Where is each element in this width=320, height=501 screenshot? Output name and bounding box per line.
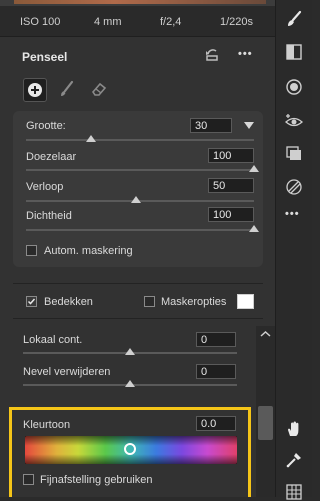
size-track[interactable] <box>26 139 254 141</box>
grid-icon[interactable] <box>285 483 303 501</box>
feather-field[interactable]: 100 <box>208 148 254 163</box>
local-contrast-label: Lokaal cont. <box>23 334 83 346</box>
exif-focal: 4 mm <box>94 16 122 28</box>
brush-tool[interactable] <box>56 78 78 100</box>
overlay-label: Bedekken <box>44 296 93 308</box>
auto-mask-checkbox[interactable] <box>26 245 37 256</box>
add-brush-tool[interactable] <box>23 78 47 102</box>
divider <box>13 318 263 319</box>
divider <box>13 283 263 284</box>
color-sampler-icon[interactable] <box>285 451 303 469</box>
hue-field[interactable]: 0.0 <box>196 416 236 431</box>
tool-rail: ••• <box>275 0 312 500</box>
density-label: Dichtheid <box>26 210 72 222</box>
flow-slider-thumb[interactable] <box>131 196 141 203</box>
presets-icon[interactable] <box>285 178 303 196</box>
scrollbar[interactable] <box>256 326 275 497</box>
hue-label: Kleurtoon <box>23 419 71 431</box>
local-contrast-thumb[interactable] <box>125 348 135 355</box>
density-track[interactable] <box>26 229 254 231</box>
feather-track[interactable] <box>26 169 254 171</box>
feather-slider-thumb[interactable] <box>249 165 259 172</box>
exif-bar: ISO 100 4 mm f/2,4 1/220s <box>0 6 275 37</box>
linear-gradient-icon[interactable] <box>285 43 303 61</box>
hand-icon[interactable] <box>285 420 303 438</box>
paintbrush-icon <box>61 80 74 96</box>
eraser-icon <box>91 82 107 96</box>
feather-label: Doezelaar <box>26 151 77 163</box>
brush-rail-icon[interactable] <box>285 10 303 28</box>
radial-gradient-icon[interactable] <box>285 78 303 96</box>
mask-options-label: Maskeropties <box>161 296 227 308</box>
mask-options-checkbox[interactable] <box>144 296 155 307</box>
auto-mask-label: Autom. maskering <box>44 245 133 257</box>
checkmark-icon <box>27 298 36 305</box>
fine-tune-label: Fijnafstelling gebruiken <box>40 474 153 486</box>
brush-panel: ISO 100 4 mm f/2,4 1/220s Penseel ••• Gr… <box>0 0 275 497</box>
image-preview <box>14 0 266 4</box>
flow-field[interactable]: 50 <box>208 178 254 193</box>
reset-icon[interactable] <box>204 48 220 62</box>
exif-iso: ISO 100 <box>20 16 61 28</box>
mask-color-swatch[interactable] <box>237 294 254 309</box>
exif-aperture: f/2,4 <box>160 16 182 28</box>
size-label: Grootte: <box>26 120 66 132</box>
dehaze-field[interactable]: 0 <box>196 364 236 379</box>
plus-circle-icon <box>28 83 42 97</box>
exif-shutter: 1/220s <box>220 16 254 28</box>
eraser-tool[interactable] <box>88 78 110 100</box>
snapshots-icon[interactable] <box>285 145 303 163</box>
hue-knob[interactable] <box>124 443 136 455</box>
size-slider-thumb[interactable] <box>86 135 96 142</box>
local-contrast-field[interactable]: 0 <box>196 332 236 347</box>
fine-tune-checkbox[interactable] <box>23 474 34 485</box>
rail-more-icon[interactable]: ••• <box>285 208 300 220</box>
dehaze-label: Nevel verwijderen <box>23 366 111 378</box>
density-field[interactable]: 100 <box>208 207 254 222</box>
panel-more-icon[interactable]: ••• <box>238 48 253 60</box>
collapse-triangle-icon[interactable] <box>243 121 255 130</box>
red-eye-icon[interactable] <box>285 112 303 130</box>
flow-label: Verloop <box>26 181 64 193</box>
overlay-checkbox[interactable] <box>26 296 37 307</box>
scroll-up-icon[interactable] <box>256 329 275 339</box>
scrollbar-thumb[interactable] <box>258 406 273 440</box>
density-slider-thumb[interactable] <box>249 225 259 232</box>
dehaze-thumb[interactable] <box>125 380 135 387</box>
size-field[interactable]: 30 <box>190 118 232 133</box>
panel-title: Penseel <box>22 50 68 64</box>
